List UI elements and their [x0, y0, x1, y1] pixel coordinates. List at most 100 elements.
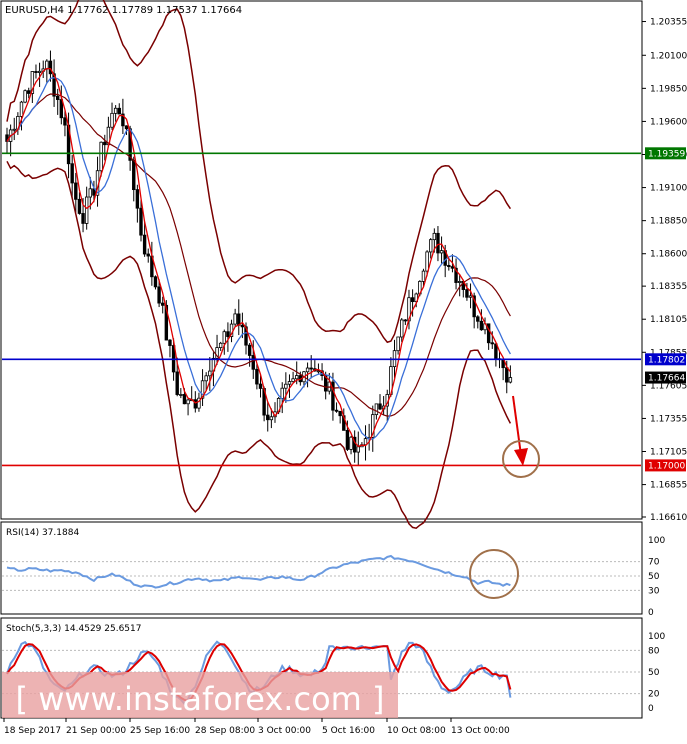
- eurusd-h4-chart: [ www.instaforex.com ] EURUSD,H4 1.17762…: [0, 0, 687, 736]
- candle-body: [479, 320, 484, 331]
- candle-body: [226, 331, 230, 337]
- candle-body: [113, 107, 118, 114]
- candle-body: [179, 394, 183, 396]
- candle-body: [396, 336, 400, 352]
- candle-body: [88, 188, 92, 198]
- price-tag-red: 1.17000: [648, 461, 685, 471]
- price-axis-label: 1.19100: [650, 184, 687, 194]
- candle-body: [247, 344, 252, 356]
- candle-body: [168, 339, 172, 346]
- candle-body: [233, 313, 237, 325]
- candle-body: [139, 207, 143, 236]
- price-axis-label: 1.20355: [650, 18, 687, 28]
- price-axis-label: 1.17355: [650, 414, 687, 424]
- candle-body: [410, 297, 415, 303]
- candle-body: [142, 234, 147, 255]
- price-axis-label: 1.19850: [650, 84, 687, 94]
- candle-body: [316, 370, 321, 373]
- candle-body: [291, 378, 295, 382]
- candle-body: [425, 251, 429, 272]
- candle-body: [338, 410, 342, 417]
- symbol-header: EURUSD,H4 1.17762 1.17789 1.17537 1.1766…: [5, 5, 242, 16]
- candle-body: [447, 264, 451, 268]
- time-axis-label: 5 Oct 16:00: [322, 726, 375, 736]
- candle-body: [374, 403, 379, 416]
- stoch-axis-label: 100: [648, 632, 665, 642]
- rsi-axis-label: 50: [648, 572, 660, 582]
- time-axis-label: 21 Sep 00:00: [66, 726, 126, 736]
- candle-body: [237, 313, 241, 326]
- price-tag-green: 1.19359: [648, 149, 685, 159]
- time-axis-label: 10 Oct 08:00: [387, 726, 446, 736]
- candle-body: [465, 289, 469, 298]
- candle-body: [476, 316, 480, 322]
- candle-body: [240, 324, 245, 328]
- candle-body: [135, 189, 140, 209]
- candle-body: [161, 302, 165, 306]
- candle-body: [287, 381, 292, 385]
- price-axis-label: 1.16610: [650, 513, 687, 523]
- candle-body: [439, 250, 444, 254]
- candle-body: [110, 112, 114, 128]
- candle-body: [280, 387, 284, 399]
- candle-body: [218, 342, 223, 348]
- candle-body: [349, 436, 353, 450]
- time-axis-label: 18 Sep 2017: [4, 726, 61, 736]
- candle-body: [295, 375, 299, 380]
- candle-body: [421, 270, 426, 282]
- candle-body: [193, 399, 198, 409]
- candle-body: [77, 198, 82, 214]
- candle-body: [432, 232, 437, 241]
- candle-body: [56, 95, 60, 100]
- candle-body: [266, 414, 270, 421]
- candle-body: [27, 90, 31, 94]
- candle-body: [258, 383, 263, 389]
- price-axis-label: 1.20100: [650, 51, 687, 61]
- rsi-title: RSI(14) 37.1884: [6, 528, 79, 538]
- candle-body: [269, 416, 274, 421]
- stoch-axis-label: 0: [648, 704, 654, 714]
- candle-body: [157, 286, 161, 304]
- price-axis-label: 1.17105: [650, 448, 687, 458]
- time-axis-label: 25 Sep 16:00: [130, 726, 190, 736]
- candle-body: [186, 399, 190, 405]
- candle-body: [37, 70, 42, 73]
- candle-body: [63, 117, 67, 126]
- time-axis-label: 13 Oct 00:00: [451, 726, 510, 736]
- candle-body: [345, 429, 350, 450]
- candle-body: [403, 319, 408, 322]
- candle-body: [153, 276, 158, 288]
- candle-body: [429, 239, 433, 253]
- stoch-title: Stoch(5,3,3) 14.4529 25.6517: [6, 624, 141, 634]
- candle-body: [132, 159, 136, 191]
- time-axis-label: 3 Oct 00:00: [258, 726, 311, 736]
- candle-body: [305, 367, 310, 373]
- stoch-axis-label: 50: [648, 668, 660, 678]
- price-axis-label: 1.18355: [650, 282, 687, 292]
- candle-body: [182, 394, 187, 405]
- candle-body: [70, 163, 74, 184]
- candle-body: [255, 368, 259, 385]
- candle-body: [48, 60, 53, 75]
- candle-body: [309, 367, 313, 370]
- candle-body: [124, 125, 129, 130]
- candle-body: [146, 253, 150, 257]
- candle-body: [508, 377, 513, 383]
- candle-body: [23, 90, 27, 103]
- candle-body: [103, 141, 107, 146]
- candle-body: [457, 281, 462, 283]
- stoch-axis-label: 20: [648, 690, 660, 700]
- candle-body: [356, 446, 360, 453]
- price-tag-current: 1.17664: [648, 374, 685, 384]
- candle-body: [204, 375, 208, 382]
- chart-window: [ www.instaforex.com ] EURUSD,H4 1.17762…: [0, 0, 687, 740]
- candle-body: [84, 196, 89, 224]
- stoch-axis-label: 80: [648, 646, 660, 656]
- candle-body: [208, 370, 212, 377]
- candle-body: [450, 266, 455, 269]
- watermark-text: [ www.instaforex.com ]: [16, 680, 385, 718]
- rsi-panel: [0, 521, 643, 615]
- candle-body: [251, 355, 255, 370]
- candle-body: [81, 213, 85, 224]
- candle-body: [490, 342, 494, 345]
